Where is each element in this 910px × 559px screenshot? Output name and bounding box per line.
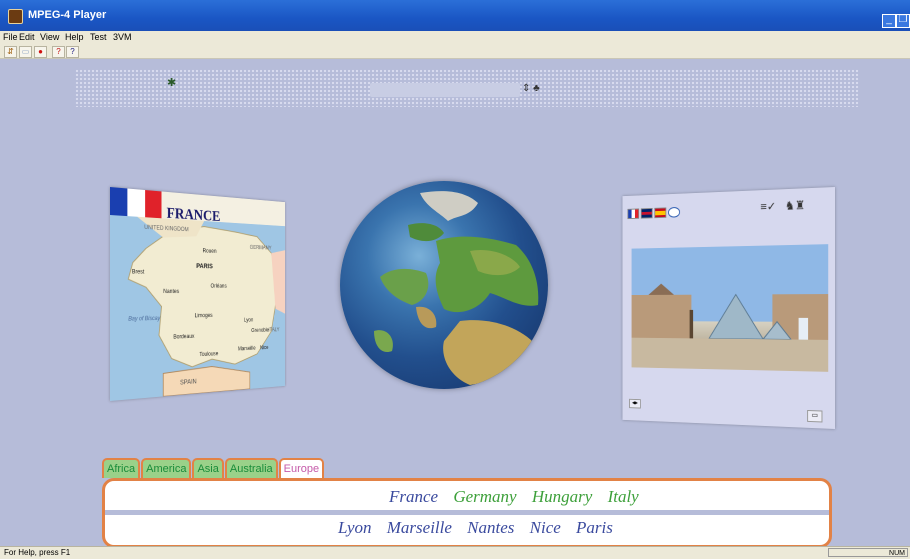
stepper-icon[interactable]: ⇕ ♣ — [522, 83, 540, 94]
stop-icon[interactable]: ▭ — [19, 46, 32, 58]
map-label-spain: SPAIN — [180, 379, 197, 387]
prev-page-button[interactable]: ◂▸ — [629, 399, 641, 409]
map-label-rouen: Rouen — [203, 249, 217, 255]
context-help-icon[interactable]: ? — [66, 46, 79, 58]
chess-icon[interactable]: ♞♜ — [785, 198, 805, 213]
person-icon[interactable]: ✱ — [167, 76, 176, 89]
tab-america[interactable]: America — [141, 458, 191, 478]
status-indicator: NUM — [828, 548, 908, 557]
map-label-italy: ITALY — [268, 328, 279, 334]
country-item-hungary[interactable]: Hungary — [532, 487, 592, 506]
menu-edit[interactable]: Edit — [19, 32, 35, 42]
country-title: FRANCE — [167, 205, 221, 225]
louvre-photo-card[interactable]: ≡✓ ♞♜ ◂▸ ▭ — [622, 187, 835, 429]
globe-landmass — [340, 181, 548, 389]
status-text: For Help, press F1 — [4, 548, 70, 557]
city-list: Lyon Marseille Nantes Nice Paris — [338, 518, 624, 538]
city-item-marseille[interactable]: Marseille — [387, 518, 452, 537]
tab-australia[interactable]: Australia — [225, 458, 278, 478]
map-label-paris: PARIS — [196, 263, 213, 270]
menu-3vm[interactable]: 3VM — [113, 32, 132, 42]
menu-help[interactable]: Help — [65, 32, 84, 42]
map-label-marseille: Marseille — [238, 346, 256, 352]
map-label-germany: GERMANY — [250, 245, 272, 251]
scene-canvas: ✱ ⇕ ♣ FRANCE UNITED KINGDOM GERMANY PARI… — [0, 59, 910, 546]
next-page-button[interactable]: ▭ — [807, 410, 822, 423]
map-label-grenoble: Grenoble — [251, 328, 269, 334]
city-item-nice[interactable]: Nice — [530, 518, 561, 537]
louvre-photo — [632, 244, 829, 372]
map-label-lyon: Lyon — [244, 318, 253, 324]
open-icon[interactable]: ⇵ — [4, 46, 17, 58]
country-list: France Germany Hungary Italy — [389, 487, 650, 507]
flag-uk-icon[interactable] — [641, 208, 653, 219]
country-item-france[interactable]: France — [389, 487, 438, 506]
record-icon[interactable]: ● — [34, 46, 47, 58]
tab-asia[interactable]: Asia — [192, 458, 223, 478]
flag-es-icon[interactable] — [654, 207, 666, 218]
panel-divider — [105, 510, 829, 515]
window-title: MPEG-4 Player — [28, 9, 106, 21]
minimize-button[interactable]: _ — [882, 14, 896, 28]
city-item-lyon[interactable]: Lyon — [338, 518, 372, 537]
notes-icon[interactable]: ≡✓ — [760, 199, 776, 213]
country-item-italy[interactable]: Italy — [608, 487, 639, 506]
map-label-nantes: Nantes — [163, 289, 179, 295]
city-item-nantes[interactable]: Nantes — [467, 518, 514, 537]
app-icon — [8, 9, 23, 24]
louvre-pyramid-image — [632, 244, 829, 372]
menu-test[interactable]: Test — [90, 32, 107, 42]
title-bar: MPEG-4 Player _ ❐ — [0, 0, 910, 31]
flag-stripe-blue — [110, 187, 128, 216]
flag-eu-icon[interactable] — [668, 207, 680, 218]
map-label-bordeaux: Bordeaux — [173, 334, 194, 340]
tab-europe[interactable]: Europe — [279, 458, 324, 478]
language-flags — [627, 206, 704, 220]
country-item-germany[interactable]: Germany — [453, 487, 516, 506]
card-tools: ≡✓ ♞♜ — [760, 198, 805, 213]
search-field[interactable] — [370, 83, 520, 97]
map-label-toulouse: Toulouse — [199, 351, 218, 358]
earth-globe[interactable] — [340, 181, 548, 389]
louvre-photo-card-wrap: ≡✓ ♞♜ ◂▸ ▭ — [622, 187, 835, 429]
menu-view[interactable]: View — [40, 32, 59, 42]
map-label-brest: Brest — [132, 269, 144, 275]
map-label-limoges: Limoges — [195, 313, 213, 319]
status-bar: For Help, press F1 NUM — [0, 546, 910, 559]
menu-bar: File Edit View Help Test 3VM — [0, 31, 910, 44]
map-label-nice: Nice — [260, 345, 269, 351]
flag-stripe-white — [128, 189, 145, 218]
flag-fr-icon[interactable] — [627, 208, 639, 219]
location-panel: France Germany Hungary Italy Lyon Marsei… — [102, 478, 832, 548]
help-icon[interactable]: ? — [52, 46, 65, 58]
tab-africa[interactable]: Africa — [102, 458, 140, 478]
toolbar: ⇵ ▭ ● ? ? — [0, 44, 910, 59]
france-map-card-wrap: FRANCE UNITED KINGDOM GERMANY PARIS Bres… — [110, 187, 285, 401]
city-item-paris[interactable]: Paris — [576, 518, 613, 537]
french-flag — [110, 187, 162, 218]
map-label-orleans: Orléans — [211, 284, 227, 290]
menu-file[interactable]: File — [3, 32, 18, 42]
flag-stripe-red — [145, 190, 162, 218]
map-label-biscay: Bay of Biscay — [128, 316, 160, 323]
france-map-card[interactable]: FRANCE UNITED KINGDOM GERMANY PARIS Bres… — [110, 187, 285, 401]
continent-tabs: Africa America Asia Australia Europe — [102, 458, 324, 478]
restore-button[interactable]: ❐ — [896, 14, 910, 28]
